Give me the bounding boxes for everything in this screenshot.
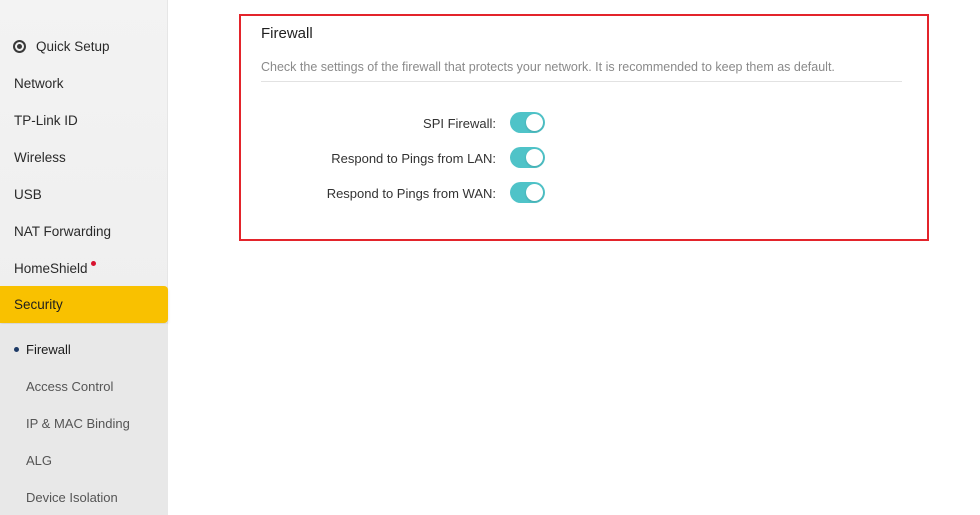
sidebar-item-label: Security [14,297,63,312]
sidebar-item-homeshield[interactable]: HomeShield [0,250,168,287]
sidebar-item-network[interactable]: Network [0,65,168,102]
sidebar: Quick Setup Network TP-Link ID Wireless … [0,0,168,515]
sidebar-item-quick-setup[interactable]: Quick Setup [0,28,168,65]
spi-firewall-label: SPI Firewall: [423,116,496,131]
sidebar-item-nat-forwarding[interactable]: NAT Forwarding [0,213,168,250]
sidebar-item-label: Wireless [14,150,66,165]
submenu-item-label: Device Isolation [26,490,118,505]
notification-dot-icon [90,261,96,266]
quick-setup-icon [11,38,28,55]
submenu-item-label: IP & MAC Binding [26,416,130,431]
sidebar-item-label: USB [14,187,42,202]
security-submenu: Firewall Access Control IP & MAC Binding… [0,324,168,515]
submenu-item-device-isolation[interactable]: Device Isolation [0,479,168,515]
ping-wan-toggle[interactable] [510,182,545,203]
sidebar-item-wireless[interactable]: Wireless [0,139,168,176]
panel-title: Firewall [261,25,313,42]
submenu-item-label: ALG [26,453,53,468]
submenu-item-label: Firewall [26,342,71,357]
firewall-panel: Firewall Check the settings of the firew… [239,14,929,241]
toggle-knob [526,114,543,131]
submenu-item-ip-mac-binding[interactable]: IP & MAC Binding [0,405,168,442]
submenu-item-alg[interactable]: ALG [0,442,168,479]
divider [261,81,902,82]
toggle-knob [526,149,543,166]
submenu-item-firewall[interactable]: Firewall [0,331,168,368]
sidebar-item-label: Quick Setup [36,39,110,54]
sidebar-item-tp-link-id[interactable]: TP-Link ID [0,102,168,139]
sidebar-item-security[interactable]: Security [0,286,168,323]
submenu-item-label: Access Control [26,379,114,394]
sidebar-item-usb[interactable]: USB [0,176,168,213]
current-bullet-icon [14,347,19,352]
ping-lan-toggle[interactable] [510,147,545,168]
toggle-knob [526,184,543,201]
panel-description: Check the settings of the firewall that … [261,60,835,74]
ping-lan-label: Respond to Pings from LAN: [331,151,496,166]
sidebar-item-label: NAT Forwarding [14,224,112,239]
sidebar-item-label: HomeShield [14,261,88,276]
ping-wan-label: Respond to Pings from WAN: [326,186,496,201]
submenu-item-access-control[interactable]: Access Control [0,368,168,405]
spi-firewall-toggle[interactable] [510,112,545,133]
sidebar-item-label: TP-Link ID [14,113,78,128]
sidebar-item-label: Network [14,76,64,91]
